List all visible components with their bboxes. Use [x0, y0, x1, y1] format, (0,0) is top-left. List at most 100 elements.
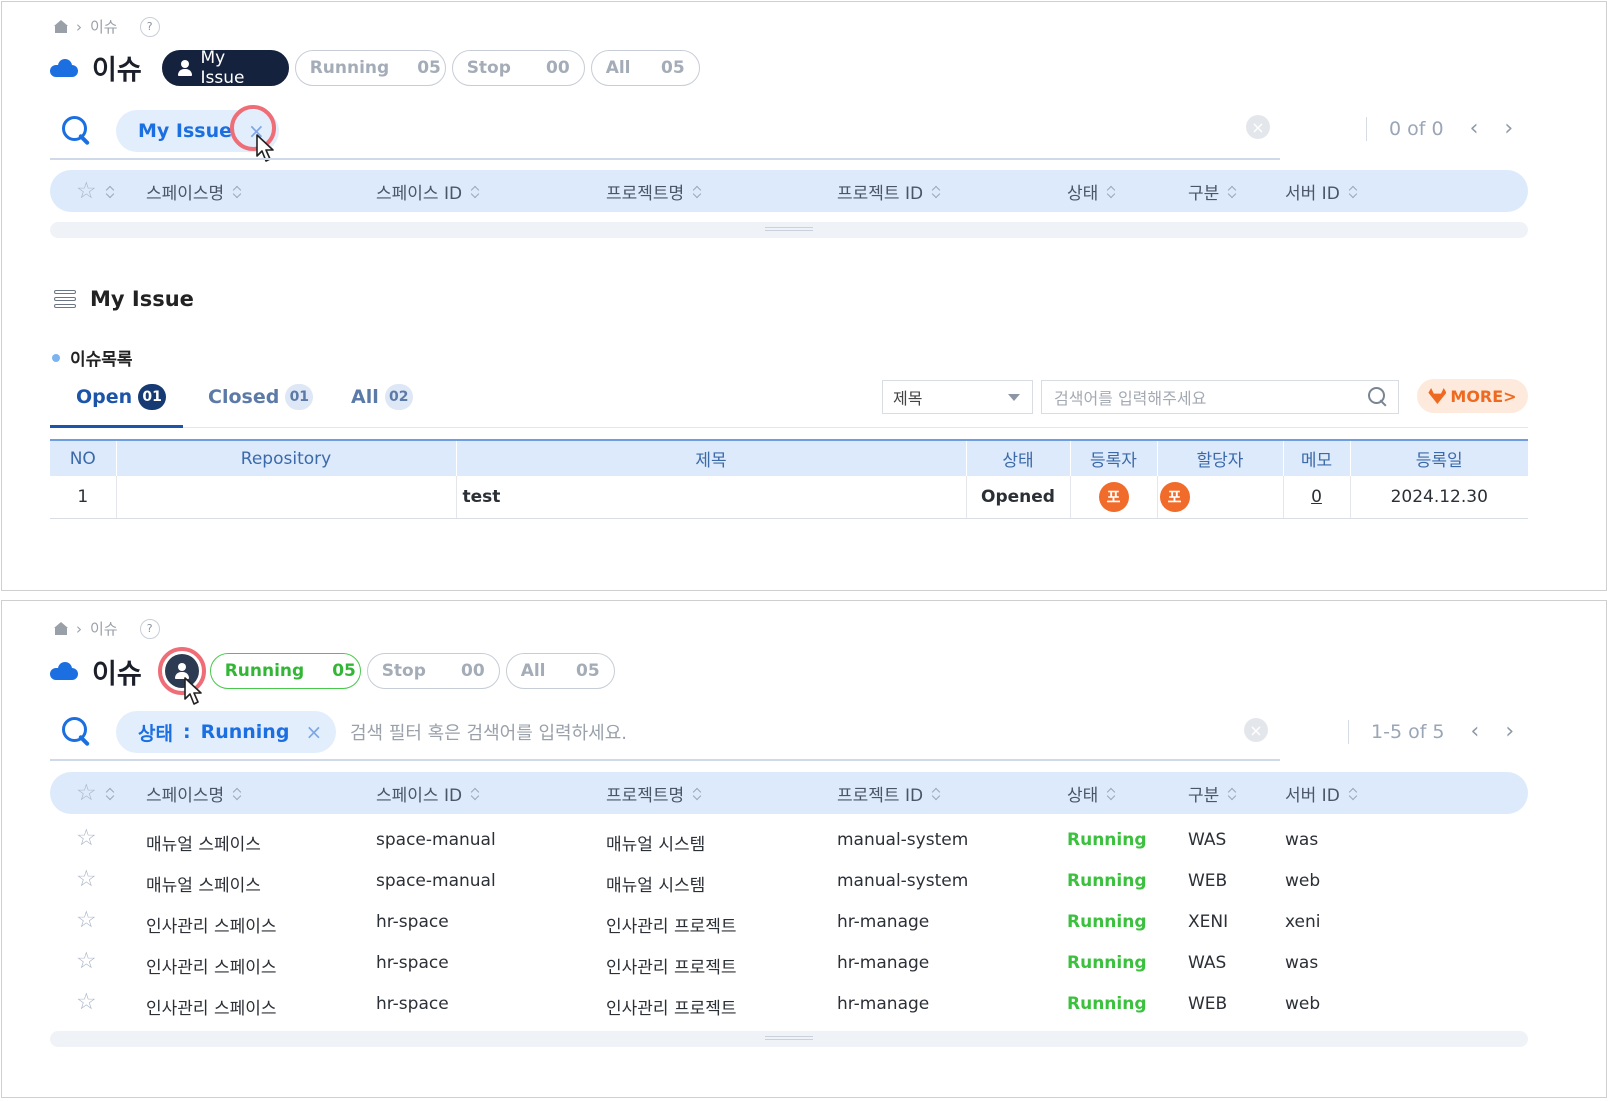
filter-label: Stop	[466, 57, 511, 78]
tab-all[interactable]: All 02	[351, 384, 413, 410]
column-header-server-id[interactable]: 서버 ID	[1285, 781, 1358, 806]
table-row[interactable]: 1 test Opened 포 포 0 2024.12.30	[50, 476, 1528, 519]
column-header-server-id[interactable]: 서버 ID	[1285, 179, 1358, 204]
cell-space-name: 인사관리 스페이스	[146, 999, 277, 1019]
pagination: 0 of 0 ‹ ›	[1366, 116, 1513, 141]
column-header-status[interactable]: 상태	[1067, 781, 1116, 806]
title-row: 이슈 My Issue Running 05 Stop 00 All 05	[50, 48, 700, 88]
cell-status: Running	[1067, 912, 1147, 932]
favorite-column-header[interactable]: ☆	[76, 178, 115, 204]
column-header-space-id[interactable]: 스페이스 ID	[376, 179, 480, 204]
cell-project-name: 매뉴얼 시스템	[606, 835, 706, 855]
close-icon[interactable]: ×	[305, 720, 322, 744]
star-icon[interactable]: ☆	[76, 948, 97, 974]
star-icon[interactable]: ☆	[76, 907, 97, 933]
star-icon[interactable]: ☆	[76, 989, 97, 1015]
column-header-project-id[interactable]: 프로젝트 ID	[837, 781, 941, 806]
clear-search-icon[interactable]: ×	[1246, 115, 1270, 139]
column-header-type[interactable]: 구분	[1188, 781, 1237, 806]
column-header-title: 제목	[456, 439, 967, 476]
table-row[interactable]: ☆ 인사관리 스페이스 hr-space 인사관리 프로젝트 hr-manage…	[50, 984, 1528, 1024]
column-header-type[interactable]: 구분	[1188, 179, 1237, 204]
search-field-select[interactable]: 제목	[882, 380, 1033, 414]
my-issue-toggle-button[interactable]	[157, 647, 206, 705]
column-header-space-id[interactable]: 스페이스 ID	[376, 781, 480, 806]
search-bar: My Issue × × 0 of 0 ‹ ›	[50, 104, 1528, 162]
home-icon[interactable]	[54, 622, 68, 635]
clear-search-icon[interactable]: ×	[1244, 718, 1268, 742]
column-header-space-name[interactable]: 스페이스명	[146, 781, 242, 806]
cell-date: 2024.12.30	[1350, 476, 1528, 519]
filter-running-button[interactable]: Running 05	[209, 653, 361, 689]
cell-type: XENI	[1188, 912, 1229, 932]
keyword-placeholder: 검색어를 입력해주세요	[1054, 389, 1207, 408]
star-icon: ☆	[76, 178, 97, 204]
column-header-space-name[interactable]: 스페이스명	[146, 179, 242, 204]
table-row[interactable]: ☆ 매뉴얼 스페이스 space-manual 매뉴얼 시스템 manual-s…	[50, 820, 1528, 860]
search-icon[interactable]	[1368, 387, 1390, 409]
search-input[interactable]: 검색 필터 혹은 검색어를 입력하세요.	[350, 719, 627, 745]
more-button[interactable]: MORE>	[1417, 379, 1528, 413]
table-row[interactable]: ☆ 인사관리 스페이스 hr-space 인사관리 프로젝트 hr-manage…	[50, 943, 1528, 983]
sort-icon	[694, 787, 702, 799]
table-row[interactable]: ☆ 인사관리 스페이스 hr-space 인사관리 프로젝트 hr-manage…	[50, 902, 1528, 942]
cell-space-id: space-manual	[376, 871, 496, 891]
bullet-icon	[52, 353, 60, 362]
help-icon[interactable]: ?	[139, 618, 160, 639]
tab-count-badge: 02	[384, 384, 413, 410]
cell-project-name: 매뉴얼 시스템	[606, 876, 706, 896]
chevron-left-icon[interactable]: ‹	[1471, 719, 1480, 744]
cell-space-name: 매뉴얼 스페이스	[146, 835, 261, 855]
gitlab-icon	[1428, 388, 1447, 404]
filter-my-issue-button[interactable]: My Issue	[161, 48, 289, 88]
chevron-right-icon[interactable]: ›	[1505, 719, 1514, 744]
table-resize-handle[interactable]	[50, 222, 1528, 238]
chevron-left-icon[interactable]: ‹	[1470, 116, 1479, 141]
cell-server-id: xeni	[1285, 912, 1321, 932]
sort-icon	[107, 787, 115, 799]
keyword-input[interactable]: 검색어를 입력해주세요	[1041, 380, 1399, 414]
search-icon[interactable]	[62, 717, 92, 747]
search-icon[interactable]	[62, 116, 92, 146]
filter-all-button[interactable]: All 05	[590, 49, 700, 86]
pagination-range: 0 of 0	[1389, 117, 1444, 140]
column-header-no: NO	[50, 439, 117, 476]
table-resize-handle[interactable]	[50, 1031, 1528, 1047]
cell-author: 포	[1070, 476, 1158, 519]
home-icon[interactable]	[54, 20, 68, 33]
star-icon[interactable]: ☆	[76, 866, 97, 892]
filter-all-button[interactable]: All 05	[505, 653, 615, 689]
cell-status: Opened	[966, 476, 1071, 519]
cell-space-name: 인사관리 스페이스	[146, 917, 277, 937]
cell-status: Running	[1067, 994, 1147, 1014]
cloud-icon	[50, 662, 78, 680]
column-header-project-name[interactable]: 프로젝트명	[606, 781, 702, 806]
cell-space-id: hr-space	[376, 912, 449, 932]
column-header-project-id[interactable]: 프로젝트 ID	[837, 179, 941, 204]
memo-count-link[interactable]: 0	[1311, 487, 1322, 507]
cell-title-link[interactable]: test	[456, 476, 967, 519]
cell-assignee: 포	[1157, 476, 1284, 519]
table-header: ☆ 스페이스명 스페이스 ID 프로젝트명 프로젝트 ID 상태 구분 서버 I…	[50, 170, 1528, 212]
sort-icon	[472, 185, 480, 197]
filter-running-button[interactable]: Running 05	[294, 49, 446, 86]
column-header-project-name[interactable]: 프로젝트명	[606, 179, 702, 204]
sort-icon	[1229, 185, 1237, 197]
column-header-status[interactable]: 상태	[1067, 179, 1116, 204]
tab-open[interactable]: Open 01	[76, 384, 167, 410]
filter-stop-button[interactable]: Stop 00	[366, 653, 500, 689]
chevron-right-icon[interactable]: ›	[1504, 116, 1513, 141]
help-icon[interactable]: ?	[139, 16, 160, 37]
cell-server-id: was	[1285, 830, 1319, 850]
table-row[interactable]: ☆ 매뉴얼 스페이스 space-manual 매뉴얼 시스템 manual-s…	[50, 861, 1528, 901]
title-row: 이슈 Running 05 Stop 00 All 05	[50, 647, 615, 705]
cell-project-id: hr-manage	[837, 953, 930, 973]
filter-chip-key: 상태	[138, 722, 173, 745]
filter-count: 05	[332, 661, 356, 681]
star-icon[interactable]: ☆	[76, 825, 97, 851]
breadcrumb: › 이슈 ?	[54, 618, 160, 639]
favorite-column-header[interactable]: ☆	[76, 780, 115, 806]
filter-stop-button[interactable]: Stop 00	[451, 49, 585, 86]
cell-no: 1	[50, 476, 117, 519]
tab-closed[interactable]: Closed 01	[208, 384, 314, 410]
